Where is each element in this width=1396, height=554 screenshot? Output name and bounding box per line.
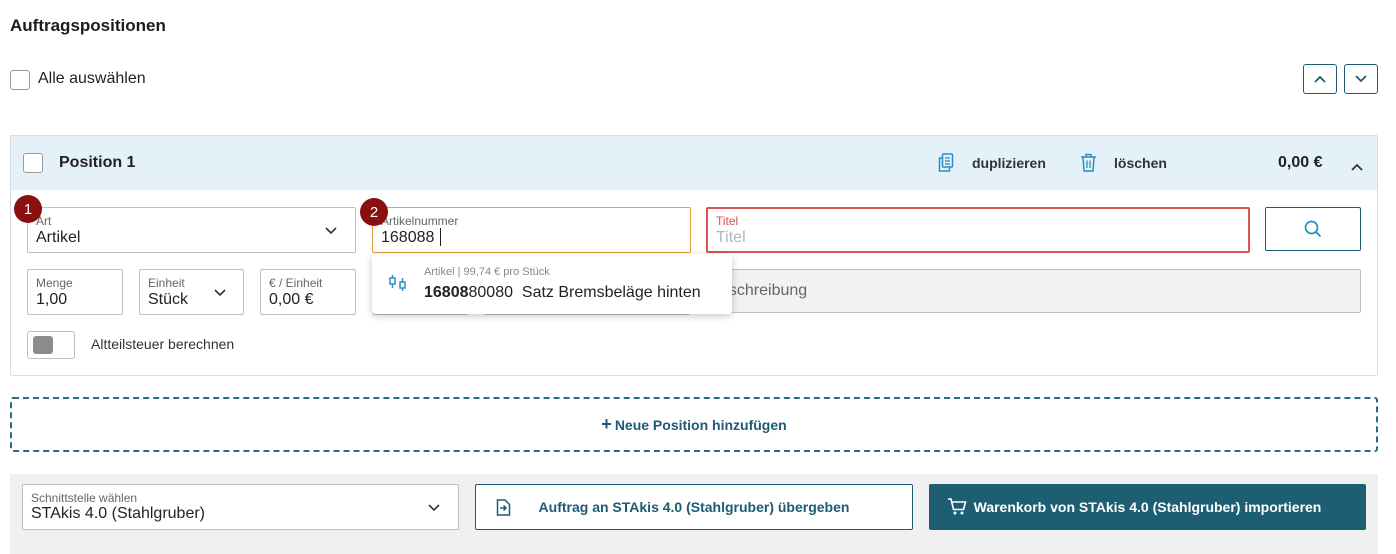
artikelnummer-input[interactable]: Artikelnummer 168088 <box>372 207 691 253</box>
titel-input[interactable]: Titel Titel <box>706 207 1250 253</box>
beschreibung-placeholder: eschreibung <box>720 282 808 299</box>
art-value: Artikel <box>36 229 81 246</box>
suggestion-line: 1680880080 Satz Bremsbeläge hinten <box>424 284 701 302</box>
art-select[interactable]: Art Artikel <box>27 207 356 253</box>
interface-value: STAkis 4.0 (Stahlgruber) <box>31 505 205 522</box>
transfer-order-label: Auftrag an STAkis 4.0 (Stahlgruber) über… <box>538 499 850 515</box>
menge-input[interactable]: Menge 1,00 <box>27 269 123 315</box>
plus-icon: + <box>601 414 612 434</box>
search-button[interactable] <box>1265 207 1361 251</box>
menge-value: 1,00 <box>36 291 68 308</box>
collapse-chevron-icon[interactable] <box>1351 158 1363 176</box>
preis-value: 0,00 € <box>269 291 314 308</box>
add-position-button[interactable]: + Neue Position hinzufügen <box>10 397 1378 452</box>
preis-input[interactable]: € / Einheit 0,00 € <box>260 269 356 315</box>
delete-button[interactable]: löschen <box>1114 155 1167 171</box>
import-cart-button[interactable]: Warenkorb von STAkis 4.0 (Stahlgruber) i… <box>929 484 1366 530</box>
import-cart-label: Warenkorb von STAkis 4.0 (Stahlgruber) i… <box>973 499 1322 515</box>
search-icon <box>1304 220 1322 238</box>
cart-icon <box>948 498 967 515</box>
einheit-label: Einheit <box>148 276 185 290</box>
step-badge-1: 1 <box>14 195 42 223</box>
move-down-button[interactable] <box>1344 64 1378 94</box>
einheit-value: Stück <box>148 291 189 308</box>
text-cursor <box>440 228 441 246</box>
toggle-label: Altteilsteuer berechnen <box>91 336 235 352</box>
suggestion-meta: Artikel | 99,74 € pro Stück <box>424 266 550 278</box>
menge-label: Menge <box>36 276 73 290</box>
artikelnummer-label: Artikelnummer <box>381 214 459 228</box>
export-icon <box>496 499 511 516</box>
suggestion-name: Satz Bremsbeläge hinten <box>521 284 701 301</box>
chevron-down-icon <box>1355 75 1367 83</box>
section-title: Auftragspositionen <box>10 16 166 35</box>
move-up-button[interactable] <box>1303 64 1337 94</box>
titel-placeholder: Titel <box>716 229 746 246</box>
select-all-checkbox[interactable] <box>10 70 30 90</box>
parts-icon <box>389 275 406 291</box>
step-badge-2: 2 <box>360 198 388 226</box>
select-all-label: Alle auswählen <box>38 70 146 87</box>
transfer-order-button[interactable]: Auftrag an STAkis 4.0 (Stahlgruber) über… <box>475 484 913 530</box>
trash-icon[interactable] <box>1080 153 1097 177</box>
chevron-up-icon <box>1314 75 1326 83</box>
toggle-knob <box>33 336 53 354</box>
position-title: Position 1 <box>59 154 136 171</box>
chevron-down-icon <box>325 227 337 235</box>
einheit-select[interactable]: Einheit Stück <box>139 269 244 315</box>
artikelnummer-value: 168088 <box>381 229 435 246</box>
altteilsteuer-toggle[interactable] <box>27 331 75 359</box>
suggestion-number-match: 16808 <box>424 284 469 301</box>
beschreibung-input[interactable]: eschreibung <box>706 269 1361 313</box>
position-header <box>11 136 1377 190</box>
chevron-down-icon <box>214 289 226 297</box>
duplicate-button[interactable]: duplizieren <box>972 155 1046 171</box>
chevron-down-icon <box>428 504 440 512</box>
titel-label: Titel <box>716 214 739 228</box>
interface-select[interactable]: Schnittstelle wählen STAkis 4.0 (Stahlgr… <box>22 484 459 530</box>
suggestion-number-rest: 80080 <box>468 284 514 301</box>
interface-label: Schnittstelle wählen <box>31 491 138 505</box>
position-checkbox[interactable] <box>23 153 43 173</box>
article-suggestion-dropdown[interactable]: Artikel | 99,74 € pro Stück 1680880080 S… <box>372 254 732 314</box>
preis-label: € / Einheit <box>269 276 323 290</box>
duplicate-icon[interactable] <box>938 153 954 177</box>
add-position-label: Neue Position hinzufügen <box>614 416 787 433</box>
position-total: 0,00 € <box>1278 154 1323 171</box>
